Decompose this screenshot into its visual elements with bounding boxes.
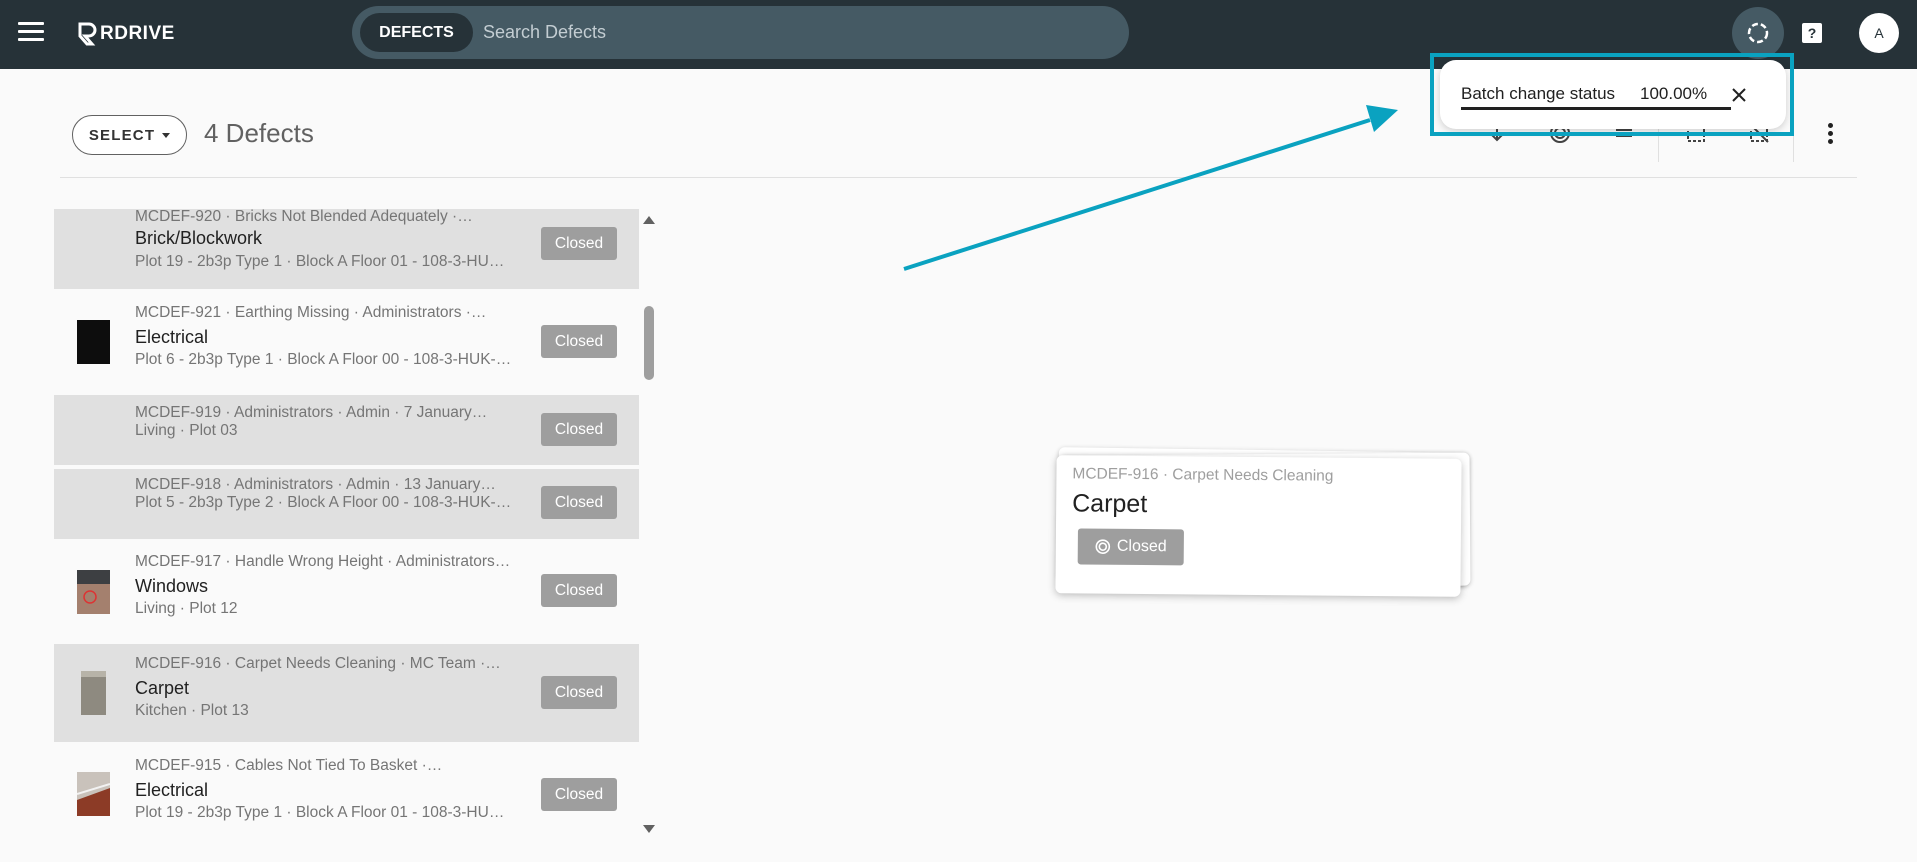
search-scope-chip[interactable]: DEFECTS xyxy=(360,13,473,52)
drag-card-meta: MCDEF-916 · Carpet Needs Cleaning xyxy=(1072,465,1334,485)
select-button[interactable]: SELECT xyxy=(72,115,187,155)
select-button-label: SELECT xyxy=(88,126,156,144)
more-options-icon[interactable] xyxy=(1815,118,1845,148)
drag-card-title: Carpet xyxy=(1072,489,1148,519)
defect-list-item[interactable]: MCDEF-919 · Administrators · Admin · 7 J… xyxy=(54,395,639,465)
header-divider xyxy=(60,177,1857,178)
scroll-down-arrow-icon[interactable] xyxy=(643,825,655,833)
status-chip[interactable]: Closed xyxy=(541,325,617,358)
defect-list-item[interactable]: MCDEF-915 · Cables Not Tied To Basket ·…… xyxy=(54,745,639,841)
drag-card-status-chip: Closed xyxy=(1077,528,1184,566)
defect-list-item[interactable]: MCDEF-920 · Bricks Not Blended Adequatel… xyxy=(54,209,639,289)
defect-meta: MCDEF-921 · Earthing Missing · Administr… xyxy=(135,304,487,321)
defect-thumbnail xyxy=(76,772,111,816)
list-scrollbar-thumb[interactable] xyxy=(644,306,654,380)
defect-meta: MCDEF-920 · Bricks Not Blended Adequatel… xyxy=(135,209,473,225)
drag-card-status-label: Closed xyxy=(1116,537,1167,556)
help-icon: ? xyxy=(1802,23,1822,43)
defect-trade-title: Electrical xyxy=(135,327,209,347)
defect-location: Plot 6 - 2b3p Type 1 · Block A Floor 00 … xyxy=(135,351,512,368)
defect-trade-title: Brick/Blockwork xyxy=(135,228,263,248)
search-bar: DEFECTS xyxy=(352,6,1129,59)
defect-location: Plot 19 - 2b3p Type 1 · Block A Floor 01… xyxy=(135,804,505,821)
defect-meta: MCDEF-919 · Administrators · Admin · 7 J… xyxy=(135,404,488,421)
defect-location: Plot 5 - 2b3p Type 2 · Block A Floor 00 … xyxy=(135,494,512,511)
defect-trade-title: Electrical xyxy=(135,780,209,800)
user-avatar[interactable]: A xyxy=(1859,13,1899,53)
defect-thumbnail xyxy=(77,671,110,715)
search-input[interactable] xyxy=(483,14,1103,51)
logo-text: RDRIVE xyxy=(100,23,175,44)
defect-location: Living · Plot 12 xyxy=(135,600,238,617)
scroll-up-arrow-icon[interactable] xyxy=(643,216,655,224)
defect-list[interactable]: MCDEF-920 · Bricks Not Blended Adequatel… xyxy=(54,209,639,841)
status-chip[interactable]: Closed xyxy=(541,778,617,811)
sync-spinner-icon xyxy=(1747,22,1769,44)
app-logo[interactable]: RDRIVE xyxy=(76,19,175,49)
defect-location: Kitchen · Plot 13 xyxy=(135,702,249,719)
status-chip[interactable]: Closed xyxy=(541,227,617,260)
defect-trade-title: Windows xyxy=(135,576,209,596)
status-chip[interactable]: Closed xyxy=(541,676,617,709)
defects-count-title: 4 Defects xyxy=(204,118,314,148)
drag-preview-card[interactable]: MCDEF-916 · Carpet Needs Cleaning Carpet… xyxy=(1055,455,1462,597)
status-chip[interactable]: Closed xyxy=(541,413,617,446)
logo-mark-icon xyxy=(76,21,98,47)
defect-thumbnail xyxy=(77,320,110,364)
defect-list-item[interactable]: MCDEF-921 · Earthing Missing · Administr… xyxy=(54,293,639,391)
defect-trade-title: Carpet xyxy=(135,678,190,698)
sync-button[interactable] xyxy=(1732,7,1784,59)
defect-list-item[interactable]: MCDEF-918 · Administrators · Admin · 13 … xyxy=(54,469,639,539)
defect-list-item[interactable]: MCDEF-917 · Handle Wrong Height · Admini… xyxy=(54,543,639,641)
defect-meta: MCDEF-917 · Handle Wrong Height · Admini… xyxy=(135,553,511,570)
status-chip[interactable]: Closed xyxy=(541,574,617,607)
defect-location: Plot 19 - 2b3p Type 1 · Block A Floor 01… xyxy=(135,253,505,270)
status-target-icon xyxy=(1095,539,1111,554)
help-button[interactable]: ? xyxy=(1786,7,1838,59)
defect-meta: MCDEF-916 · Carpet Needs Cleaning · MC T… xyxy=(135,655,501,672)
defect-list-item[interactable]: MCDEF-916 · Carpet Needs Cleaning · MC T… xyxy=(54,644,639,742)
hamburger-menu-icon[interactable] xyxy=(18,22,44,44)
caret-down-icon xyxy=(162,132,171,138)
annotation-highlight-box xyxy=(1430,53,1794,136)
defect-meta: MCDEF-918 · Administrators · Admin · 13 … xyxy=(135,476,496,493)
svg-text:?: ? xyxy=(1808,25,1817,41)
status-chip[interactable]: Closed xyxy=(541,486,617,519)
defect-meta: MCDEF-915 · Cables Not Tied To Basket ·… xyxy=(135,757,443,774)
defect-thumbnail xyxy=(77,570,110,614)
defect-location: Living · Plot 03 xyxy=(135,422,238,439)
